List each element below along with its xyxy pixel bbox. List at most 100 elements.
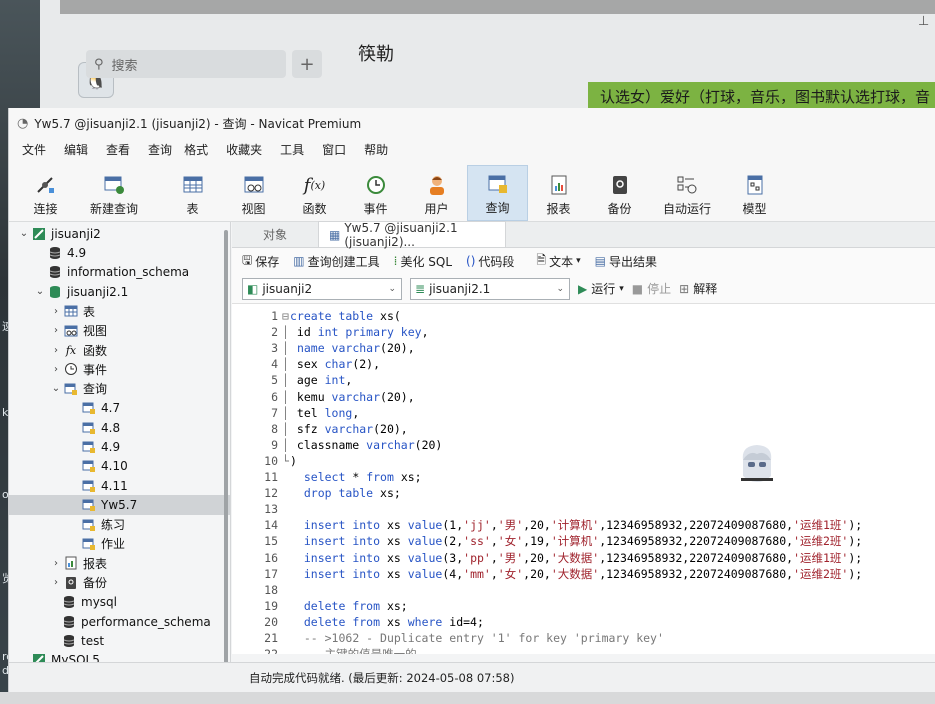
run-button[interactable]: ▶ 运行 ▾: [578, 280, 624, 297]
tree-item-information-schema[interactable]: information_schema: [9, 263, 230, 282]
chevron-down-icon: ⌄: [556, 283, 564, 294]
table-button[interactable]: 表: [162, 165, 223, 221]
connect-button[interactable]: 连接: [15, 165, 76, 221]
tab-objects[interactable]: 对象: [232, 221, 318, 247]
tree-item-performance-schema[interactable]: performance_schema: [9, 612, 230, 631]
export-results-button[interactable]: ▤ 导出结果: [595, 253, 657, 270]
tree-item-4-7[interactable]: 4.7: [9, 399, 230, 418]
tree-item-查询[interactable]: ⌄ 查询: [9, 379, 230, 398]
code-text: delete from xs where id=4;: [303, 614, 484, 629]
report-icon: [546, 173, 572, 197]
search-input[interactable]: ⚲ 搜索: [86, 50, 286, 78]
user-label: 用户: [424, 202, 449, 216]
code-text: -- 主键的值是唯一的: [290, 646, 417, 654]
chevron-down-icon[interactable]: ⌄: [49, 383, 63, 394]
function-button[interactable]: f (x) 函数: [284, 165, 345, 221]
explain-button[interactable]: ⊞ 解释: [679, 280, 717, 297]
save-label: 保存: [255, 254, 280, 269]
backup-button[interactable]: 备份: [589, 165, 650, 221]
report-button[interactable]: 报表: [528, 165, 589, 221]
menu-window[interactable]: 窗口: [313, 141, 355, 158]
tree-item-4-10[interactable]: 4.10: [9, 457, 230, 476]
tree-item-jisuanji2[interactable]: ⌄ jisuanji2: [9, 224, 230, 243]
tree-scrollbar[interactable]: [224, 230, 228, 670]
tree-item-函数[interactable]: › fx 函数: [9, 340, 230, 359]
line-number: 14: [264, 518, 278, 533]
code-snippet-button[interactable]: () 代码段: [466, 253, 514, 270]
chevron-right-icon[interactable]: ›: [49, 558, 63, 569]
tree-item-4-9[interactable]: 4.9: [9, 437, 230, 456]
tree-item-4-11[interactable]: 4.11: [9, 476, 230, 495]
tree-item-yw5-7[interactable]: Yw5.7: [9, 495, 230, 515]
query-builder-button[interactable]: ▥ 查询创建工具: [293, 253, 379, 270]
code-line: 22 -- 主键的值是唯一的: [232, 646, 417, 654]
sql-editor[interactable]: 1 ⊟ create table xs(2 │ id int primary key,…: [232, 304, 935, 654]
beautify-sql-button[interactable]: ⁞ 美化 SQL: [394, 253, 452, 270]
tree-item-label: 4.7: [101, 401, 121, 416]
code-line: 2 │ id int primary key,: [232, 324, 428, 340]
query-icon: [81, 440, 97, 454]
tree-item-视图[interactable]: › 视图: [9, 321, 230, 340]
connection-icon: ◧: [247, 281, 259, 296]
pin-icon[interactable]: ⊥: [918, 14, 929, 29]
menu-help[interactable]: 帮助: [355, 141, 397, 158]
title-bar: ◔ Yw5.7 @jisuanji2.1 (jisuanji2) - 查询 - …: [9, 108, 935, 138]
menu-edit[interactable]: 编辑: [55, 141, 97, 158]
chevron-right-icon[interactable]: ›: [49, 306, 63, 317]
event-button[interactable]: 事件: [345, 165, 406, 221]
line-number: 10: [264, 453, 278, 468]
add-button[interactable]: +: [292, 50, 322, 78]
tree-item-表[interactable]: › 表: [9, 302, 230, 321]
model-label: 模型: [742, 202, 767, 216]
tab-query-yw5-7[interactable]: ▦ Yw5.7 @jisuanji2.1 (jisuanji2)...: [318, 221, 506, 249]
stop-icon: ■: [631, 281, 644, 296]
menu-view[interactable]: 查看: [97, 141, 139, 158]
save-button[interactable]: 🖫 保存: [242, 251, 279, 272]
connection-select[interactable]: ◧ jisuanji2 ⌄: [242, 277, 402, 300]
code-line: 4 │ sex char(2),: [232, 356, 380, 372]
model-button[interactable]: 模型: [724, 165, 785, 221]
new-query-button[interactable]: 新建查询: [76, 165, 152, 221]
tree-item-label: 4.8: [101, 420, 121, 435]
line-number: 12: [264, 486, 278, 501]
tree-item-备份[interactable]: › 备份: [9, 573, 230, 592]
tree-item-作业[interactable]: 作业: [9, 534, 230, 553]
tree-item-练习[interactable]: 练习: [9, 515, 230, 534]
menu-favorites[interactable]: 收藏夹: [217, 141, 271, 158]
user-button[interactable]: 用户: [406, 165, 467, 221]
tree-item-报表[interactable]: › 报表: [9, 554, 230, 573]
code-line: 20 delete from xs where id=4;: [232, 614, 484, 630]
menu-query[interactable]: 查询: [139, 141, 175, 158]
background-strip: [60, 0, 935, 14]
database-select[interactable]: ≣ jisuanji2.1 ⌄: [410, 277, 570, 300]
chat-title: 筷勒: [358, 44, 394, 65]
chevron-right-icon[interactable]: ›: [49, 577, 63, 588]
chevron-down-icon[interactable]: ⌄: [17, 228, 31, 239]
text-button[interactable]: 🗎 文本 ▾: [536, 251, 580, 272]
fold-icon[interactable]: ⊟: [282, 309, 290, 323]
stop-button[interactable]: ■ 停止: [632, 280, 671, 297]
chevron-right-icon[interactable]: ›: [49, 325, 63, 336]
tree-item-jisuanji2-1[interactable]: ⌄ jisuanji2.1: [9, 282, 230, 301]
code-line: 7 │ tel long,: [232, 405, 359, 421]
menu-tools[interactable]: 工具: [271, 141, 313, 158]
code-text: select * from xs;: [303, 470, 422, 484]
view-icon: [241, 173, 267, 197]
chevron-down-icon[interactable]: ⌄: [33, 286, 47, 297]
menu-file[interactable]: 文件: [13, 141, 55, 158]
tree-item-4-8[interactable]: 4.8: [9, 418, 230, 437]
report-label: 报表: [546, 202, 571, 216]
query-icon: [81, 537, 97, 551]
query-button[interactable]: 查询: [467, 165, 528, 221]
tree-item-4-9[interactable]: 4.9: [9, 243, 230, 262]
view-button[interactable]: 视图: [223, 165, 284, 221]
chevron-right-icon[interactable]: ›: [49, 345, 63, 356]
menu-format[interactable]: 格式: [175, 141, 217, 158]
code-line: 13: [232, 501, 290, 517]
tree-item-事件[interactable]: › 事件: [9, 360, 230, 379]
chevron-right-icon[interactable]: ›: [49, 364, 63, 375]
tree-item-mysql[interactable]: mysql: [9, 592, 230, 611]
automation-button[interactable]: 自动运行: [650, 165, 724, 221]
tree-item-label: 4.11: [101, 478, 128, 493]
tree-item-test[interactable]: test: [9, 631, 230, 650]
